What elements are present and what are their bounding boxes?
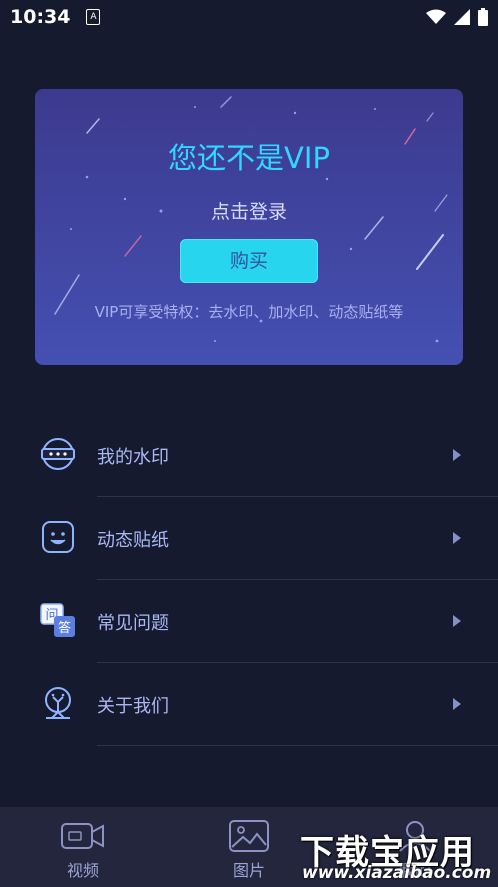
menu-item-my-watermark[interactable]: 我的水印 <box>0 414 498 497</box>
watermark-badge-icon <box>41 438 75 470</box>
menu-item-label: 我的水印 <box>97 447 169 468</box>
nav-label: 视频 <box>66 861 99 880</box>
tree-info-icon <box>45 687 71 719</box>
buy-button[interactable]: 购买 <box>180 239 318 283</box>
chevron-right-icon <box>453 698 461 710</box>
chevron-right-icon <box>453 449 461 461</box>
login-link[interactable]: 点击登录 <box>35 197 463 224</box>
menu-item-label: 关于我们 <box>97 696 169 717</box>
status-left: 10:34 A <box>10 6 101 28</box>
status-time: 10:34 <box>10 6 71 28</box>
menu-item-about-us[interactable]: 关于我们 <box>0 663 498 746</box>
bottom-nav: 视频 图片 我的 <box>0 807 498 887</box>
menu-item-label: 常见问题 <box>97 613 169 634</box>
notification-icon: A <box>86 9 101 25</box>
vip-card[interactable]: 您还不是VIP 点击登录 购买 VIP可享受特权：去水印、加水印、动态贴纸等 <box>35 89 463 365</box>
vip-status-title: 您还不是VIP <box>168 141 330 175</box>
menu-item-faq[interactable]: 问 答 常见问题 <box>0 580 498 663</box>
faq-bubbles-icon: 问 答 <box>40 603 75 637</box>
signal-icon <box>454 9 470 25</box>
status-right <box>426 8 488 26</box>
wifi-icon <box>426 9 446 24</box>
vip-benefits-text: VIP可享受特权：去水印、加水印、动态贴纸等 <box>94 303 404 321</box>
nav-tab-video[interactable]: 视频 <box>0 807 166 887</box>
chevron-right-icon <box>453 615 461 627</box>
video-camera-icon <box>61 823 104 849</box>
profile-icon <box>399 821 431 852</box>
chevron-right-icon <box>453 532 461 544</box>
battery-icon <box>478 8 488 26</box>
menu-item-label: 动态贴纸 <box>97 530 169 551</box>
smiley-sticker-icon <box>42 521 74 553</box>
starfield-decoration <box>54 96 448 343</box>
status-bar: 10:34 A <box>0 0 498 34</box>
nav-label: 图片 <box>232 861 265 880</box>
nav-label: 我的 <box>398 861 431 880</box>
svg-text:答: 答 <box>58 620 71 636</box>
menu-item-dynamic-stickers[interactable]: 动态贴纸 <box>0 497 498 580</box>
nav-tab-mine[interactable]: 我的 <box>332 807 498 887</box>
divider <box>97 745 498 746</box>
image-icon <box>229 820 269 852</box>
nav-tab-image[interactable]: 图片 <box>166 807 332 887</box>
